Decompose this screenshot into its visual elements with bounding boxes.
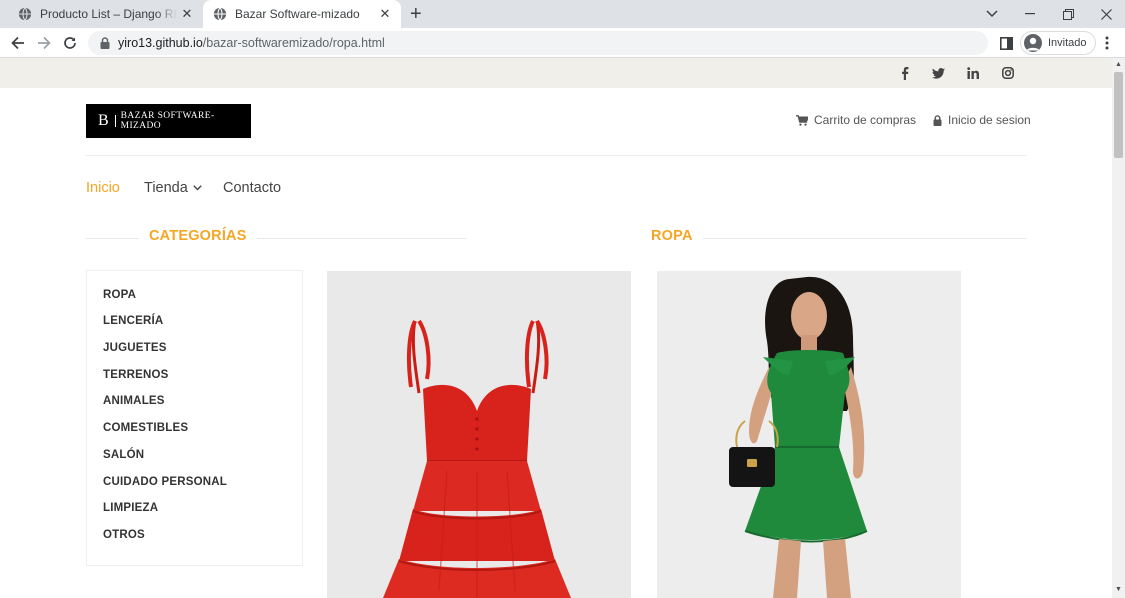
section-title-line	[650, 238, 1026, 239]
tab-title: Bazar Software-mizado	[235, 7, 360, 21]
chevron-down-icon	[193, 185, 202, 191]
green-dress-illustration	[729, 276, 868, 598]
scroll-up-icon[interactable]: ▲	[1115, 61, 1122, 68]
tab-search-icon[interactable]	[973, 0, 1011, 28]
logo-divider	[114, 115, 116, 127]
instagram-icon[interactable]	[1000, 65, 1016, 81]
login-link[interactable]: Inicio de sesion	[933, 113, 1031, 127]
forward-icon[interactable]	[34, 33, 54, 53]
browser-toolbar: yiro13.github.io/bazar-softwaremizado/ro…	[0, 28, 1125, 58]
scroll-down-icon[interactable]: ▼	[1115, 586, 1122, 593]
nav-inicio[interactable]: Inicio	[86, 180, 120, 196]
cart-icon	[796, 114, 808, 126]
close-window-icon[interactable]	[1087, 0, 1125, 28]
new-tab-icon[interactable]: +	[410, 3, 422, 25]
cart-link[interactable]: Carrito de compras	[796, 113, 916, 127]
section-title: ROPA	[641, 228, 703, 244]
page-scrollbar[interactable]: ▲ ▼	[1112, 58, 1125, 598]
logo-text: BAZAR SOFTWARE-MIZADO	[120, 111, 215, 131]
lock-icon	[100, 37, 110, 49]
lock-icon	[933, 114, 942, 126]
back-icon[interactable]	[8, 33, 28, 53]
minimize-icon[interactable]	[1011, 0, 1049, 28]
close-tab-icon[interactable]: ✕	[375, 6, 395, 22]
nav-contacto[interactable]: Contacto	[223, 180, 281, 196]
product-image-red-dress[interactable]	[327, 271, 631, 598]
red-dress-illustration	[383, 319, 571, 598]
twitter-icon[interactable]	[930, 65, 946, 81]
avatar-icon	[1024, 34, 1042, 52]
url-text: yiro13.github.io/bazar-softwaremizado/ro…	[118, 36, 385, 50]
globe-icon	[213, 7, 227, 21]
facebook-icon[interactable]	[897, 65, 913, 81]
nav-tienda[interactable]: Tienda	[144, 180, 202, 196]
category-otros[interactable]: OTROS	[103, 529, 145, 541]
category-ropa[interactable]: ROPA	[103, 289, 136, 301]
restore-icon[interactable]	[1049, 0, 1087, 28]
categories-title: CATEGORÍAS	[139, 228, 257, 244]
linkedin-icon[interactable]	[965, 65, 981, 81]
url-host: yiro13.github.io	[118, 36, 203, 50]
category-list: ROPA LENCERÍA JUGUETES TERRENOS ANIMALES…	[86, 270, 303, 566]
cart-label: Carrito de compras	[814, 113, 917, 127]
category-limpieza[interactable]: LIMPIEZA	[103, 502, 158, 514]
category-animales[interactable]: ANIMALES	[103, 395, 165, 407]
category-cuidado-personal[interactable]: CUIDADO PERSONAL	[103, 476, 227, 488]
browser-tab-producto-list[interactable]: Producto List – Django REST framework ✕	[8, 0, 203, 28]
menu-dots-icon[interactable]	[1097, 33, 1117, 53]
close-tab-icon[interactable]: ✕	[177, 6, 197, 22]
address-bar[interactable]: yiro13.github.io/bazar-softwaremizado/ro…	[88, 31, 988, 55]
category-juguetes[interactable]: JUGUETES	[103, 342, 167, 354]
category-lenceria[interactable]: LENCERÍA	[103, 315, 163, 327]
globe-icon	[18, 7, 32, 21]
site-logo[interactable]: B BAZAR SOFTWARE-MIZADO	[86, 104, 251, 138]
category-terrenos[interactable]: TERRENOS	[103, 369, 169, 381]
product-image-green-dress[interactable]	[657, 271, 961, 598]
browser-tab-bazar[interactable]: Bazar Software-mizado ✕	[203, 0, 401, 28]
nav-tienda-label: Tienda	[144, 180, 188, 196]
top-social-bar	[0, 58, 1112, 88]
reload-icon[interactable]	[60, 33, 80, 53]
login-label: Inicio de sesion	[948, 113, 1031, 127]
profile-label: Invitado	[1048, 37, 1087, 49]
browser-tab-bar: Producto List – Django REST framework ✕ …	[0, 0, 1125, 28]
category-salon[interactable]: SALÓN	[103, 449, 144, 461]
profile-button[interactable]: Invitado	[1020, 31, 1096, 55]
logo-mark: B	[98, 112, 109, 129]
scrollbar-thumb[interactable]	[1114, 72, 1123, 158]
category-comestibles[interactable]: COMESTIBLES	[103, 422, 188, 434]
side-panel-icon[interactable]	[996, 33, 1016, 53]
url-path: /bazar-softwaremizado/ropa.html	[202, 36, 385, 50]
tab-title: Producto List – Django REST framework	[40, 7, 177, 21]
header-divider	[86, 155, 1026, 156]
